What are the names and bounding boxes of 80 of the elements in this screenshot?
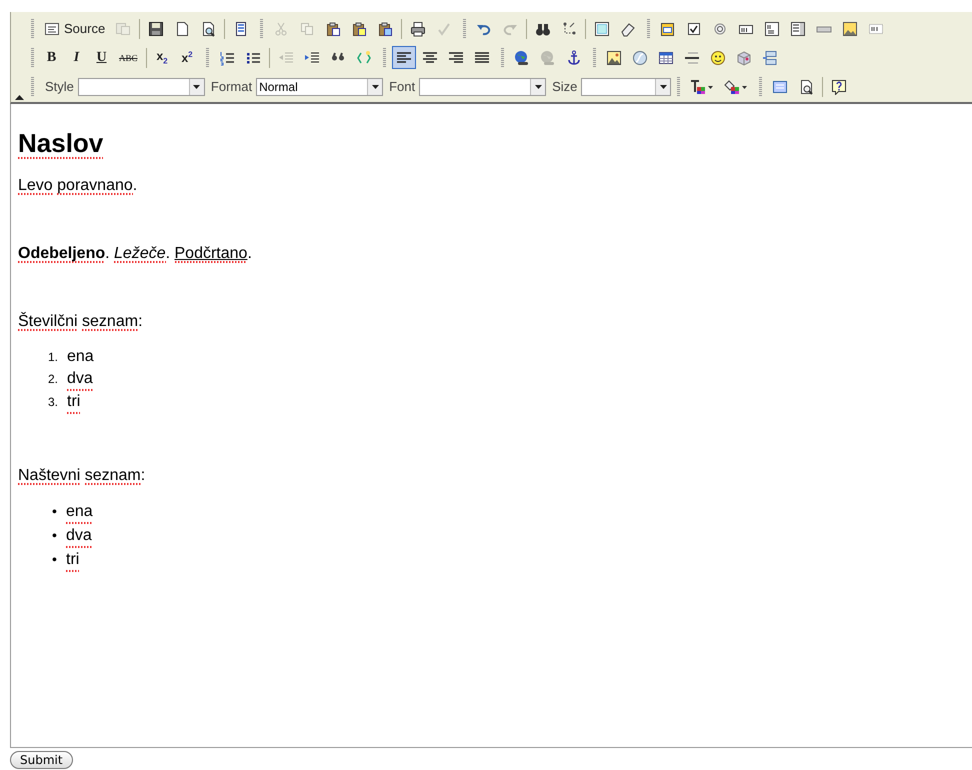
page-break-icon — [762, 50, 778, 66]
horizontal-rule-icon — [684, 50, 700, 66]
dropdown-field[interactable] — [419, 78, 546, 96]
globe-icon — [540, 50, 556, 66]
checkbox-icon — [686, 20, 702, 36]
table-icon — [658, 50, 674, 66]
brackets-icon — [356, 50, 372, 66]
list-number: 1. — [48, 349, 60, 366]
clipboard-icon — [351, 20, 368, 36]
copy-icon — [299, 20, 316, 36]
printer-icon — [410, 20, 426, 36]
scissors-icon — [273, 20, 290, 36]
list-item-text: dva — [66, 525, 92, 548]
image-icon — [606, 50, 622, 66]
window-icon — [772, 78, 788, 94]
cube-icon — [736, 50, 752, 66]
bullet-marker: • — [52, 526, 58, 545]
dropdown-field[interactable] — [78, 78, 205, 96]
globe-icon — [514, 50, 530, 66]
flash-icon — [632, 50, 648, 66]
dropdown-label: Font — [389, 79, 416, 94]
caret-icon — [372, 84, 379, 88]
justify-icon — [474, 50, 490, 66]
list-number: 3. — [48, 394, 60, 411]
dropdown-field[interactable] — [581, 78, 672, 96]
align-center-icon — [422, 50, 438, 66]
form-icon — [660, 20, 676, 36]
paragraph: Odebeljeno. Ležeče. Podčrtano. — [18, 244, 252, 264]
strikethrough-button[interactable]: ABC — [115, 46, 142, 69]
page-icon — [174, 20, 190, 36]
caret-icon — [193, 84, 200, 88]
list-box-icon — [790, 20, 806, 36]
image-button-icon — [842, 20, 858, 36]
indent-icon — [304, 50, 320, 66]
italic-button[interactable]: I — [65, 46, 88, 69]
list-number: 2. — [48, 371, 60, 388]
align-right-icon — [448, 50, 464, 66]
list-item-text: ena — [67, 347, 94, 367]
submit-button[interactable]: Submit — [10, 751, 73, 769]
numbered-list-icon — [218, 50, 235, 66]
document-button[interactable]: Source — [40, 17, 110, 40]
bullet-marker: • — [52, 550, 58, 569]
dotted-arrow-icon — [561, 20, 578, 36]
list-item-text: tri — [66, 549, 80, 572]
select-all-icon — [594, 20, 610, 36]
bold-button[interactable]: B — [40, 46, 63, 69]
dropdown-label: Size — [552, 79, 578, 94]
page-magnifier-icon — [798, 78, 814, 94]
bullet-marker: • — [52, 502, 58, 521]
text-color-icon — [690, 78, 714, 94]
preview-icon — [200, 20, 216, 36]
align-left-button[interactable] — [392, 46, 416, 69]
dropdown-field[interactable]: Normal — [256, 78, 384, 96]
caret-icon — [534, 84, 542, 88]
caret-icon — [660, 84, 667, 88]
subscript-button[interactable]: x$_{2}$ — [150, 46, 174, 69]
paragraph: Levo poravnano. — [18, 176, 138, 196]
dropdown-label: Style — [45, 79, 74, 94]
list-item-text: dva — [67, 368, 93, 391]
text-area-icon — [764, 20, 780, 36]
dropdown-label: Format — [210, 79, 252, 94]
anchor-icon — [566, 50, 582, 66]
clipboard-icon — [325, 20, 342, 36]
collapse-icon[interactable] — [15, 95, 24, 100]
align-left-icon — [396, 50, 412, 66]
pages-icon — [115, 20, 132, 36]
outdent-icon — [278, 50, 294, 66]
underline-button[interactable]: U — [90, 46, 113, 69]
clipboard-icon — [377, 20, 394, 36]
superscript-button[interactable]: x$^{2}$ — [176, 46, 199, 69]
document-icon — [44, 20, 60, 36]
smiley-icon — [710, 50, 726, 66]
paragraph: Številčni seznam: — [18, 312, 143, 332]
eraser-icon — [620, 20, 636, 36]
paint-bucket-icon — [724, 78, 748, 94]
paragraph: Naštevni seznam: — [18, 466, 146, 486]
help-icon — [831, 78, 848, 94]
circle-icon — [712, 20, 728, 36]
checkmark-icon — [436, 20, 452, 36]
list-item-text: tri — [67, 391, 80, 414]
